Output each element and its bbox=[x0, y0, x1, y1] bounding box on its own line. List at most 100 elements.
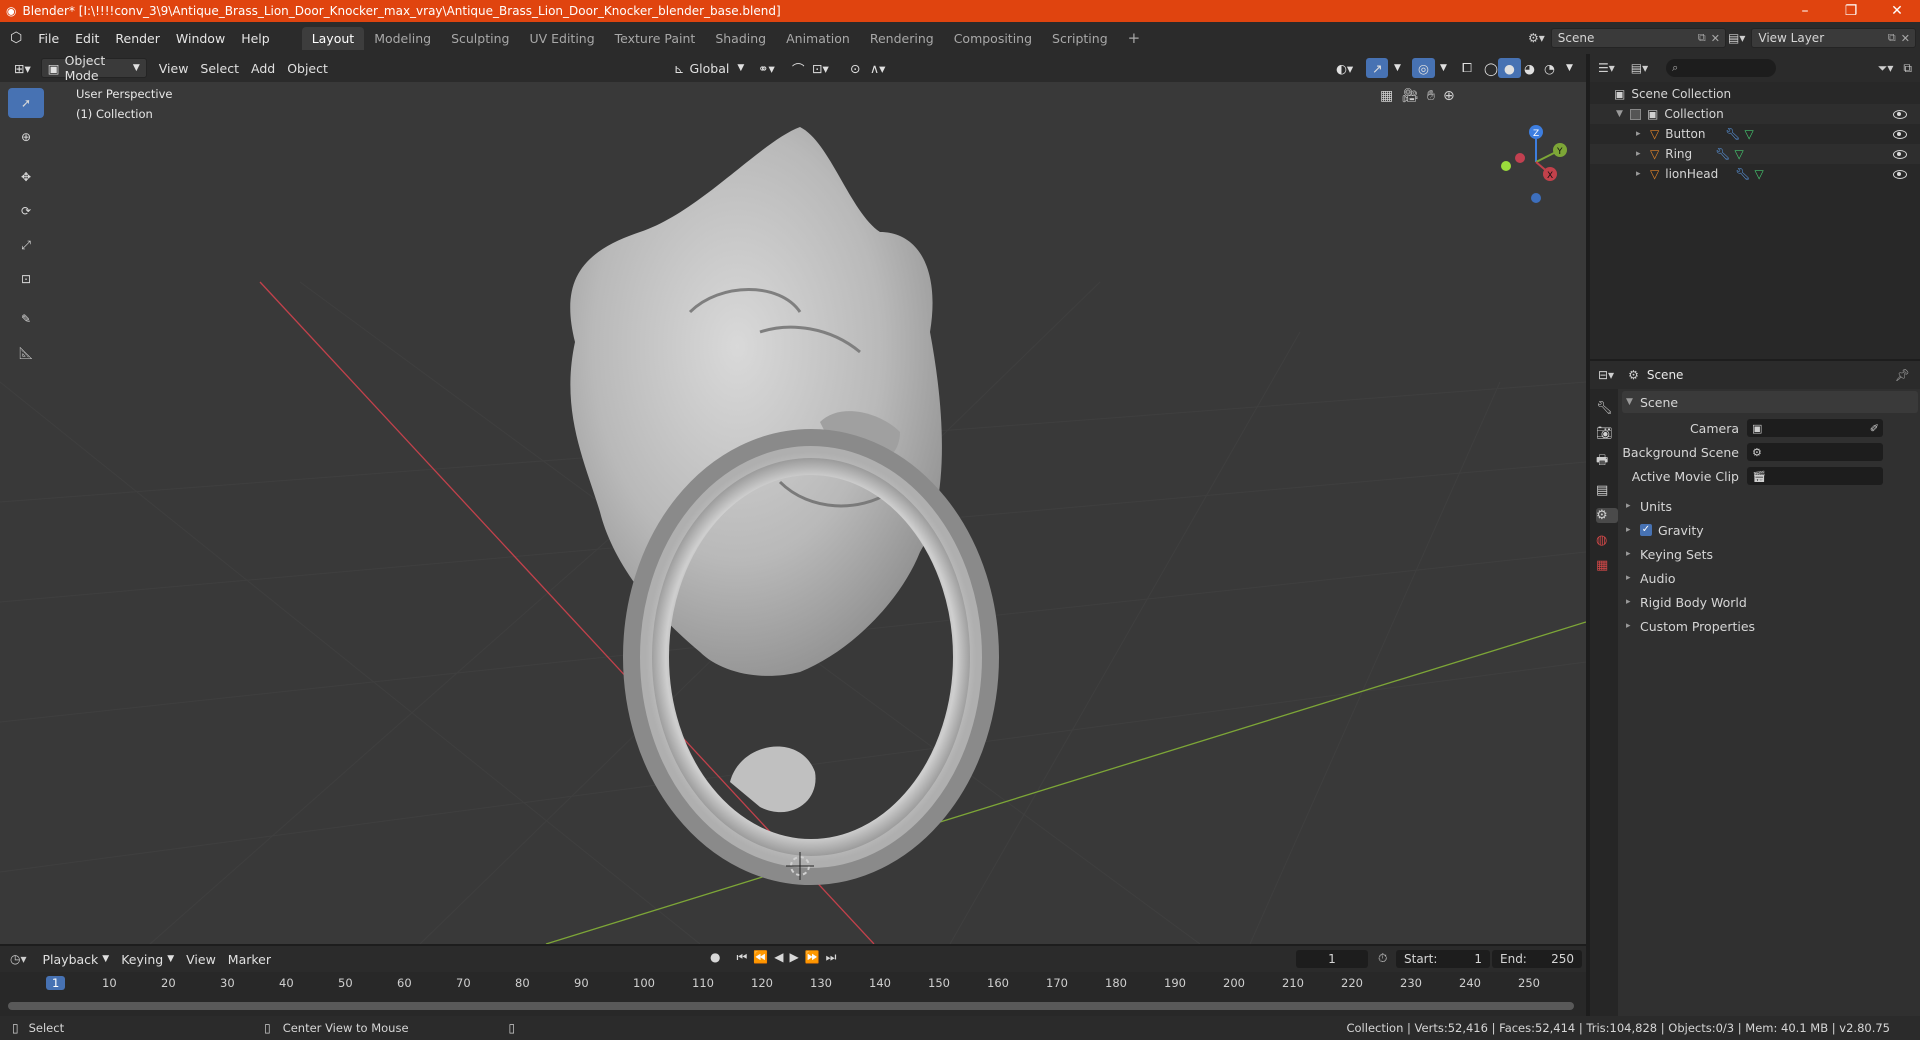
outliner-row-collection[interactable]: ▼ ▣ Collection bbox=[1590, 104, 1920, 124]
keying-sets-section[interactable]: ▸ Keying Sets bbox=[1622, 543, 1918, 565]
rigid-body-world-section[interactable]: ▸ Rigid Body World bbox=[1622, 591, 1918, 613]
move-tool[interactable]: ✥ bbox=[8, 162, 44, 192]
output-props-icon[interactable]: 🖶 bbox=[1596, 451, 1618, 473]
timeline-editor-type-icon[interactable]: ◷▾ bbox=[10, 952, 27, 966]
display-mode-icon[interactable]: ▤▾ bbox=[1631, 61, 1648, 75]
tab-animation[interactable]: Animation bbox=[776, 27, 860, 50]
tab-uv-editing[interactable]: UV Editing bbox=[519, 27, 604, 50]
menu-help[interactable]: Help bbox=[233, 31, 278, 46]
expand-arrow-icon[interactable]: ▸ bbox=[1636, 129, 1650, 139]
world-props-icon[interactable]: ◍ bbox=[1596, 533, 1618, 548]
timeline-scrollbar[interactable] bbox=[8, 1002, 1574, 1010]
cursor-tool[interactable]: ⊕ bbox=[8, 122, 44, 152]
view-layer-selector[interactable]: ▤▾ View Layer ⧉ ✕ bbox=[1728, 27, 1916, 49]
gizmo-toggle-icon[interactable]: ↗ bbox=[1366, 58, 1389, 78]
scale-tool[interactable]: ⤢ bbox=[8, 230, 44, 260]
overlays-dropdown-icon[interactable]: ▼ bbox=[1434, 58, 1453, 78]
expand-arrow-icon[interactable]: ▸ bbox=[1636, 169, 1650, 179]
collection-checkbox[interactable] bbox=[1630, 108, 1641, 120]
toggle-camera-view-icon[interactable]: ▦ bbox=[1380, 88, 1393, 104]
current-frame-field[interactable]: 1 bbox=[1296, 950, 1368, 968]
copy-view-layer-icon[interactable]: ⧉ bbox=[1888, 31, 1896, 45]
select-box-tool[interactable]: ➚ bbox=[8, 88, 44, 118]
playback-menu[interactable]: Playback ▼ bbox=[37, 949, 116, 969]
scene-selector[interactable]: ⚙▾ Scene ⧉ ✕ bbox=[1528, 27, 1726, 49]
gizmo-dropdown-icon[interactable]: ▼ bbox=[1388, 58, 1407, 78]
rendered-shading-icon[interactable]: ◔ bbox=[1538, 58, 1561, 78]
pivot-point-icon[interactable]: ⚭▾ bbox=[752, 58, 781, 78]
gravity-checkbox[interactable]: ✓ bbox=[1640, 524, 1652, 536]
filter-icon[interactable]: ⏷▾ bbox=[1878, 61, 1894, 76]
view-menu[interactable]: View bbox=[153, 58, 195, 78]
shading-dropdown-icon[interactable]: ▼ bbox=[1560, 58, 1579, 78]
tab-modeling[interactable]: Modeling bbox=[364, 27, 441, 50]
expand-arrow-icon[interactable]: ▼ bbox=[1616, 109, 1630, 119]
maximize-button[interactable]: ❐ bbox=[1828, 0, 1874, 22]
tab-shading[interactable]: Shading bbox=[705, 27, 776, 50]
outliner-row-scene-collection[interactable]: ▣ Scene Collection bbox=[1590, 84, 1920, 104]
remove-scene-icon[interactable]: ✕ bbox=[1711, 32, 1720, 45]
units-section[interactable]: ▸ Units bbox=[1622, 495, 1918, 517]
scene-props-icon[interactable]: ⚙ bbox=[1596, 508, 1618, 523]
camera-field[interactable]: ▣ ✐ bbox=[1747, 419, 1883, 437]
keying-menu[interactable]: Keying ▼ bbox=[115, 949, 180, 969]
tab-rendering[interactable]: Rendering bbox=[860, 27, 944, 50]
play-icon[interactable]: ▶ bbox=[789, 950, 798, 965]
editor-type-icon[interactable]: ⊞▾ bbox=[8, 58, 37, 78]
eye-icon[interactable] bbox=[1892, 169, 1908, 179]
jump-start-icon[interactable]: ⏮ bbox=[736, 950, 747, 965]
measure-tool[interactable]: 📐︎ bbox=[8, 338, 44, 368]
overlays-icon[interactable]: ◎ bbox=[1412, 58, 1435, 78]
menu-file[interactable]: File bbox=[30, 31, 67, 46]
expand-arrow-icon[interactable]: ▸ bbox=[1636, 149, 1650, 159]
tab-compositing[interactable]: Compositing bbox=[944, 27, 1042, 50]
current-frame-marker[interactable]: 1 bbox=[46, 976, 66, 990]
start-frame-field[interactable]: Start: 1 bbox=[1396, 950, 1490, 968]
frame-ruler[interactable]: 1 10 20 30 40 50 60 70 80 90 100 110 120 130 140 150 160… bbox=[0, 974, 1586, 994]
copy-icon[interactable]: ⧉ bbox=[1698, 31, 1706, 45]
camera-icon[interactable]: 🎥︎ bbox=[1401, 88, 1419, 104]
timeline-view-menu[interactable]: View bbox=[180, 949, 222, 969]
tab-texture-paint[interactable]: Texture Paint bbox=[605, 27, 706, 50]
transform-orientation-dropdown[interactable]: ⊾ Global ▼ bbox=[668, 58, 750, 78]
eye-icon[interactable] bbox=[1892, 109, 1908, 119]
marker-menu[interactable]: Marker bbox=[222, 949, 277, 969]
new-collection-icon[interactable]: ⧉ bbox=[1903, 61, 1912, 76]
audio-section[interactable]: ▸ Audio bbox=[1622, 567, 1918, 589]
outliner-search-input[interactable]: ⌕ bbox=[1666, 59, 1777, 77]
menu-window[interactable]: Window bbox=[168, 31, 233, 46]
menu-edit[interactable]: Edit bbox=[67, 31, 107, 46]
eye-icon[interactable] bbox=[1892, 149, 1908, 159]
navigation-gizmo[interactable]: Z Y X bbox=[1501, 125, 1567, 203]
visibility-icon[interactable]: ◐▾ bbox=[1330, 58, 1359, 78]
zoom-icon[interactable]: ⊕ bbox=[1443, 88, 1455, 104]
pin-icon[interactable]: 📌︎ bbox=[1895, 368, 1910, 382]
next-keyframe-icon[interactable]: ⏩ bbox=[805, 950, 820, 965]
end-frame-field[interactable]: End: 250 bbox=[1492, 950, 1582, 968]
stopwatch-icon[interactable]: ⏱ bbox=[1378, 951, 1387, 966]
render-props-icon[interactable]: 📷︎ bbox=[1596, 426, 1618, 441]
close-button[interactable]: ✕ bbox=[1874, 0, 1920, 22]
blender-menu-icon[interactable]: ⬡ bbox=[10, 30, 22, 46]
properties-editor-type-icon[interactable]: ⊟▾ bbox=[1598, 368, 1614, 382]
object-mode-dropdown[interactable]: ▣ Object Mode ▼ bbox=[40, 53, 147, 83]
outliner-editor-type-icon[interactable]: ☰▾ bbox=[1598, 61, 1615, 75]
add-menu[interactable]: Add bbox=[245, 58, 281, 78]
xray-icon[interactable]: ⧠ bbox=[1456, 58, 1478, 78]
object-menu[interactable]: Object bbox=[281, 58, 334, 78]
play-reverse-icon[interactable]: ◀ bbox=[774, 950, 783, 965]
texture-props-icon[interactable]: ▦ bbox=[1596, 558, 1618, 573]
select-menu[interactable]: Select bbox=[194, 58, 245, 78]
rotate-tool[interactable]: ⟳ bbox=[8, 196, 44, 226]
gravity-section[interactable]: ▸ ✓ Gravity bbox=[1622, 519, 1918, 541]
view-layer-props-icon[interactable]: ▤ bbox=[1596, 483, 1618, 498]
menu-render[interactable]: Render bbox=[107, 31, 168, 46]
tool-settings-icon[interactable]: 🔧︎ bbox=[1596, 401, 1618, 416]
tab-scripting[interactable]: Scripting bbox=[1042, 27, 1118, 50]
annotate-tool[interactable]: ✎ bbox=[8, 304, 44, 334]
add-workspace-button[interactable]: + bbox=[1118, 25, 1151, 51]
outliner-row-button[interactable]: ▸ ▽ Button 🔧︎ ▽ bbox=[1590, 124, 1920, 144]
custom-properties-section[interactable]: ▸ Custom Properties bbox=[1622, 615, 1918, 637]
eyedropper-icon[interactable]: ✐ bbox=[1870, 422, 1879, 435]
scene-panel-header[interactable]: ▼ Scene bbox=[1622, 391, 1918, 413]
